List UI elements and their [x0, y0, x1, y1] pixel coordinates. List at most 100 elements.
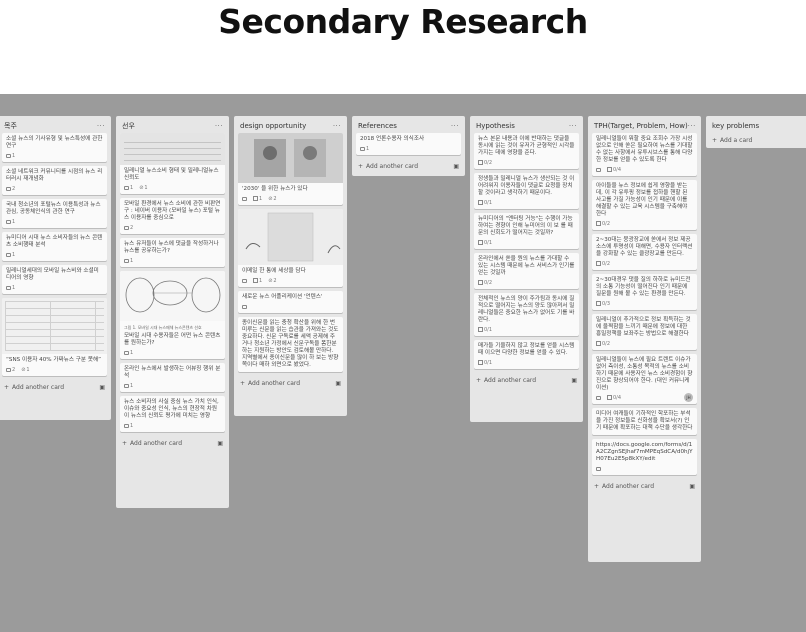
list-title[interactable]: References: [358, 122, 397, 130]
template-icon[interactable]: ▣: [453, 163, 459, 170]
card[interactable]: 뉴스 소비자의 사실 중심 뉴스 가치 인식, 이슈와 중요성 인식, 뉴스의 …: [120, 396, 225, 432]
card[interactable]: 이메일 한 통에 세상을 담다 1 ⊘ 2: [238, 209, 343, 287]
add-card-button[interactable]: + Add a card: [710, 133, 806, 149]
comment-icon: [124, 225, 129, 230]
list-menu-icon[interactable]: ···: [97, 122, 105, 130]
comment-icon: [6, 153, 11, 158]
card[interactable]: 모바일 환경에서 뉴스 소비에 관한 비판연구 : 네이버 이용자 (모바일 뉴…: [120, 198, 225, 234]
card[interactable]: 뉴스 유저들이 뉴스에 댓글을 작성하거나 뉴스를 공유하는가? 1: [120, 238, 225, 267]
card[interactable]: 새로운 뉴스 어플리케이션 '언텐스': [238, 291, 343, 313]
comment-icon: [360, 146, 365, 151]
card-cover-image: [238, 133, 343, 183]
list-references: References ··· 2018 언론수용자 의식조사 1 + Add anot…: [352, 116, 465, 176]
comment-icon: [124, 350, 129, 355]
add-card-button[interactable]: + Add another card ▣: [592, 479, 697, 495]
list-title[interactable]: design opportunity: [240, 122, 306, 130]
card[interactable]: 뉴미디어의 "엔터팅 거능"는 수행이 가능하여는 경향이 인해 뉴미어의 이 …: [474, 213, 579, 249]
comment-icon: [124, 423, 129, 428]
avatar[interactable]: JH: [684, 393, 693, 402]
checklist-icon: [596, 341, 601, 346]
add-card-button[interactable]: + Add another card ▣: [120, 436, 225, 452]
list-seonwoo: 선우 ··· 밀레니얼 뉴스소비 형태 및 밀레니얼뉴스 신뢰도 1 ⊘ 1 모바일 환…: [116, 116, 229, 508]
card[interactable]: 2~30대는 뭉광장교에 쏟에서 정보 제공 소스에 투명성이 대해면, 수용자…: [592, 234, 697, 270]
checklist-icon: [596, 221, 601, 226]
comment-icon: [6, 252, 11, 257]
card[interactable]: 종이신문을 읽는 충청 확산을 위해 한 번 미루는 신문을 읽는 습관을 가져…: [238, 317, 343, 372]
card[interactable]: 온라인 뉴스에서 발생하는 어뷰징 행위 분석 1: [120, 363, 225, 392]
card[interactable]: 밀레니얼세대의 모바일 뉴스비와 소셜미디어의 영향 1: [2, 265, 107, 294]
card[interactable]: 아이들을 뉴스 정보에 쉽게 영향을 받는데, 이 각 유투핑 정보를 접하을 …: [592, 180, 697, 230]
list-title[interactable]: 선우: [122, 121, 135, 131]
list-menu-icon[interactable]: ···: [569, 122, 577, 130]
comment-icon: [124, 185, 129, 190]
card[interactable]: 소셜 뉴스의 기사유형 및 뉴스특성에 관한 연구 1: [2, 133, 107, 162]
card-cover-image: [120, 271, 225, 321]
card[interactable]: 뉴스 본문 내용과 이에 반대하는 댓글을 동시에 읽는 것이 유저가 균형적인…: [474, 133, 579, 169]
card[interactable]: 밀레니얼들이 뭐할 중요 조회수 가장 시성없으로 인해 쏟은 필요하여 뉴스를…: [592, 133, 697, 176]
list-key-problems: key problems + Add a card: [706, 116, 806, 148]
plus-icon: +: [594, 482, 600, 490]
comment-icon: [242, 304, 247, 309]
template-icon[interactable]: ▣: [571, 377, 577, 384]
card[interactable]: “SNS 이용자 40% 가짜뉴스 구분 못해” 2 ⊘ 1: [2, 298, 107, 376]
checklist-icon: [607, 395, 612, 400]
card[interactable]: 밀레니얼이 추가적으로 정보 획득하는 것에 울쩍함을 느끼기 때문에 정보에 …: [592, 314, 697, 350]
template-icon[interactable]: ▣: [217, 440, 223, 447]
checklist-icon: [596, 261, 601, 266]
list-menu-icon[interactable]: ···: [451, 122, 459, 130]
list-title[interactable]: Hypothesis: [476, 122, 515, 130]
list-title[interactable]: TPH(Target, Problem, How): [594, 122, 688, 130]
checklist-icon: [478, 240, 483, 245]
card-cover-image: [120, 133, 225, 165]
card[interactable]: 밀레니얼들이 뉴스에 필요 트렌트 이슈가 없어 측이성, 소통성 목적의 뉴스…: [592, 354, 697, 404]
card[interactable]: 온라인에서 쏟을 뭔의 뉴스를 가대할 수 있는 시스템 때문에 뉴스 서비스가…: [474, 253, 579, 289]
card[interactable]: 소셜 네트워크 커뮤니티를 시점의 뉴스 리터러시 재개념화 2: [2, 166, 107, 195]
card[interactable]: 정생들과 밀레니얼 뉴스가 생산되는 것 이 어려워지 이용자들이 댓글로 요청…: [474, 173, 579, 209]
list-tph: TPH(Target, Problem, How) ··· 밀레니얼들이 뭐할 중…: [588, 116, 701, 562]
add-card-button[interactable]: + Add another card ▣: [2, 380, 107, 396]
list-menu-icon[interactable]: ···: [215, 122, 223, 130]
card[interactable]: 밀레니얼 뉴스소비 형태 및 밀레니얼뉴스 신뢰도 1 ⊘ 1: [120, 133, 225, 194]
template-icon[interactable]: ▣: [99, 384, 105, 391]
attachment-icon: ⊘: [268, 195, 273, 202]
checklist-icon: [596, 301, 601, 306]
list-design-opportunity: design opportunity ··· '2030' 을 위한 뉴스가 있다…: [234, 116, 347, 416]
plus-icon: +: [712, 136, 718, 144]
card[interactable]: 국내 청소년의 포털뉴스 이용특성과 뉴스관심, 공동체인식의 관한 연구 1: [2, 199, 107, 228]
card[interactable]: 미디어 여캐들이 기하적인 학포하는 부석을 가진 정보들로 신화성을 확보서(…: [592, 408, 697, 435]
checklist-icon: [253, 278, 258, 283]
list-mokju: 목주 ··· 소셜 뉴스의 기사유형 및 뉴스특성에 관한 연구 1 소셜 네트워크…: [0, 116, 111, 420]
card[interactable]: 2~30대경우 댓을 질의 하하로 뉴미드전의 소통 기능성이 떨어진다 인기 …: [592, 274, 697, 310]
checklist-icon: [478, 200, 483, 205]
add-card-button[interactable]: + Add another card ▣: [238, 376, 343, 392]
list-menu-icon[interactable]: ···: [333, 122, 341, 130]
add-card-button[interactable]: + Add another card ▣: [474, 373, 579, 389]
checklist-icon: [478, 360, 483, 365]
comment-icon: [242, 278, 247, 283]
plus-icon: +: [476, 376, 482, 384]
card[interactable]: '2030' 을 위한 뉴스가 있다 1 ⊘ 2: [238, 133, 343, 205]
attachment-icon: ⊘: [21, 366, 26, 373]
card[interactable]: 매가들 기울하지 않고 정보를 얻을 시스템 때 이으면 다양한 정보를 얻을 …: [474, 340, 579, 369]
checklist-icon: [478, 160, 483, 165]
list-title[interactable]: 목주: [4, 121, 17, 131]
card[interactable]: https://docs.google.com/forms/d/1A2CZgnS…: [592, 439, 697, 475]
card[interactable]: 전체적인 뉴스의 양이 주가됨과 동시에 질적으로 떨어지는 뉴스의 양도 많아…: [474, 293, 579, 336]
comment-icon: [596, 167, 601, 172]
comment-icon: [242, 196, 247, 201]
checklist-icon: [478, 280, 483, 285]
card[interactable]: 2018 언론수용자 의식조사 1: [356, 133, 461, 155]
plus-icon: +: [358, 162, 364, 170]
attachment-icon: ⊘: [139, 184, 144, 191]
add-card-button[interactable]: + Add another card ▣: [356, 159, 461, 175]
card[interactable]: 그림 1. 모바일 시대 뉴스매체 뉴스콘텐츠 선호 모바일 시대 수용자들은 …: [120, 271, 225, 359]
comment-icon: [6, 367, 11, 372]
template-icon[interactable]: ▣: [689, 483, 695, 490]
list-hypothesis: Hypothesis ··· 뉴스 본문 내용과 이에 반대하는 댓글을 동시에 …: [470, 116, 583, 422]
checklist-icon: [253, 196, 258, 201]
list-title[interactable]: key problems: [712, 122, 759, 130]
template-icon[interactable]: ▣: [335, 380, 341, 387]
trello-board: 목주 ··· 소셜 뉴스의 기사유형 및 뉴스특성에 관한 연구 1 소셜 네트워크…: [0, 94, 806, 632]
list-menu-icon[interactable]: ···: [688, 122, 696, 130]
card[interactable]: 뉴미디어 시대 뉴스 소비자들의 뉴스 콘텐츠 소비행태 분석 1: [2, 232, 107, 261]
